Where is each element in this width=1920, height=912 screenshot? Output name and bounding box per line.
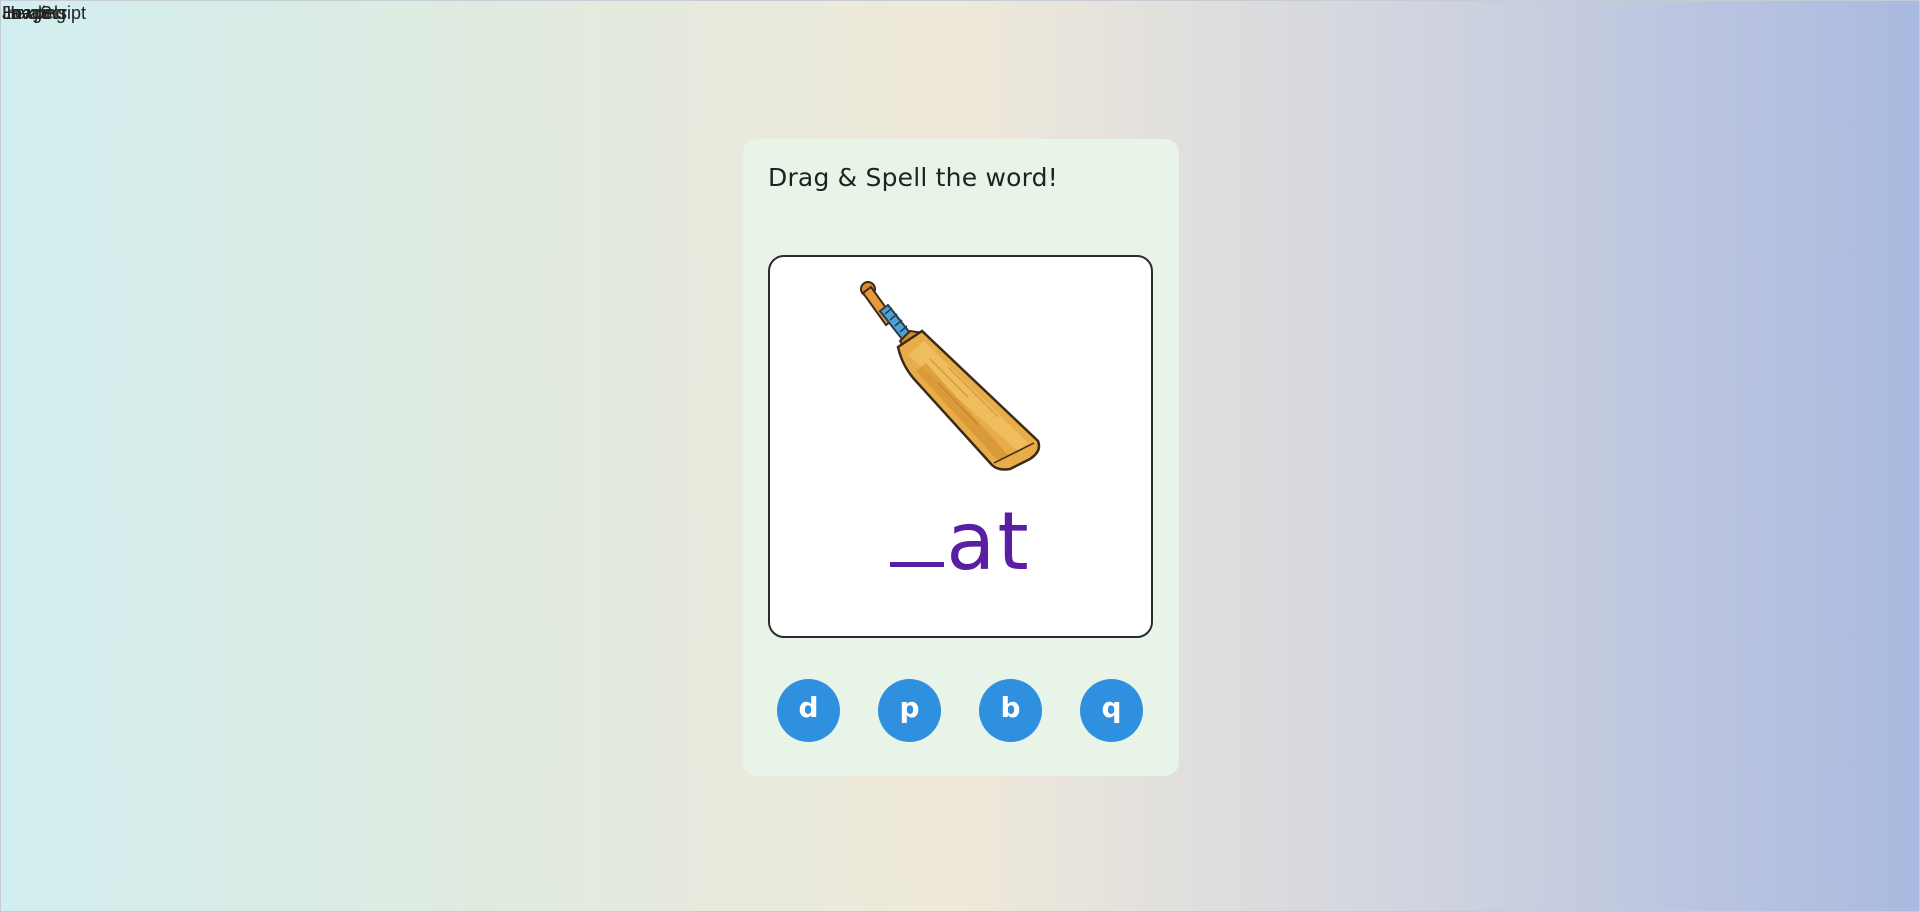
letter-blank-slot[interactable] — [890, 562, 945, 567]
letter-tile-d[interactable]: d — [777, 679, 840, 742]
word-drop-area[interactable]: at — [768, 255, 1153, 638]
letter-tile-p[interactable]: p — [878, 679, 941, 742]
letter-choices: d p b q — [743, 679, 1179, 743]
word-display: at — [770, 502, 1151, 582]
game-prompt: Drag & Spell the word! — [768, 163, 1058, 192]
overlapping-page-labels: Loading Hexpels Image JavaScript — [1, 1, 121, 27]
letter-tile-q[interactable]: q — [1080, 679, 1143, 742]
word-suffix: at — [946, 495, 1031, 588]
spelling-game-card: Drag & Spell the word! at d p b q — [743, 139, 1179, 776]
overlap-label-4: JavaScript — [2, 3, 87, 23]
cricket-bat-icon — [860, 281, 1041, 471]
letter-tile-b[interactable]: b — [979, 679, 1042, 742]
